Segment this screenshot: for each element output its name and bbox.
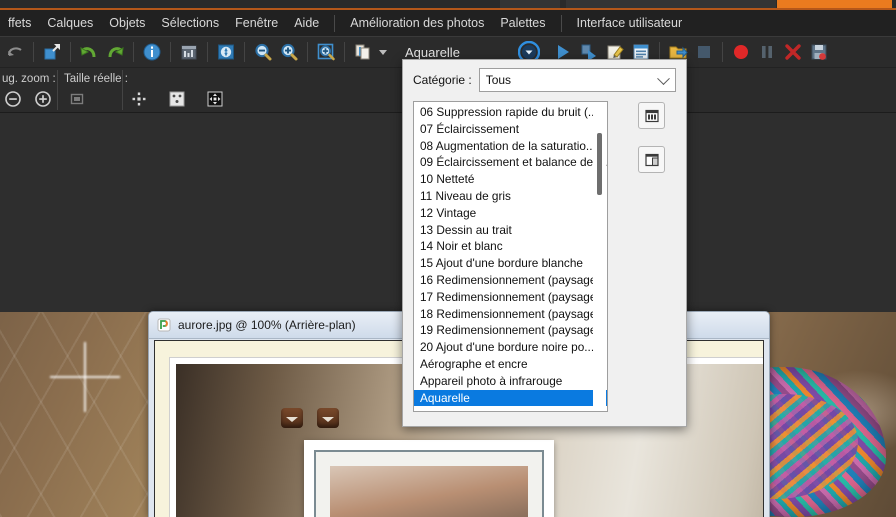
menu-label: Calques	[47, 16, 94, 30]
list-item[interactable]: 15 Ajout d'une bordure blanche	[414, 255, 607, 272]
list-item[interactable]: 09 Éclaircissement et balance des...	[414, 154, 607, 171]
application-window: ffets Calques Objets Sélections Fenêtre …	[0, 0, 896, 517]
toolbar-divider	[344, 42, 345, 62]
list-item[interactable]: 06 Suppression rapide du bruit (...	[414, 104, 607, 121]
menu-label: Sélections	[161, 16, 220, 30]
menu-label: Amélioration des photos	[350, 16, 485, 30]
list-item[interactable]: 11 Niveau de gris	[414, 188, 607, 205]
toolbar-divider	[33, 42, 34, 62]
menu-selections[interactable]: Sélections	[153, 13, 227, 33]
toolbar-divider	[722, 42, 723, 62]
zoom-selection-icon[interactable]	[313, 39, 339, 65]
dropdown-arrow-icon[interactable]	[376, 39, 390, 65]
active-script-label: Aquarelle	[405, 44, 460, 60]
record-icon[interactable]	[728, 39, 754, 65]
menu-calques[interactable]: Calques	[39, 13, 101, 33]
photo-mat	[314, 450, 544, 517]
listbox-scroll-thumb[interactable]	[597, 133, 602, 195]
fit-small-icon[interactable]	[128, 88, 150, 110]
list-item[interactable]: 07 Éclaircissement	[414, 121, 607, 138]
list-item[interactable]: Appareil photo à infrarouge	[414, 373, 607, 390]
listbox-scrollbar[interactable]	[593, 103, 606, 410]
titlebar-accent-button[interactable]	[777, 0, 892, 8]
menu-palettes[interactable]: Palettes	[492, 13, 553, 33]
actual-size-label: Taille réelle :	[64, 73, 128, 85]
list-item[interactable]: 08 Augmentation de la saturatio...	[414, 138, 607, 155]
menu-interface-utilisateur[interactable]: Interface utilisateur	[569, 13, 691, 33]
category-select[interactable]: Tous	[478, 68, 676, 92]
script-selector-dialog: Catégorie : Tous 06 Suppression rapide d…	[402, 59, 687, 427]
menu-divider	[560, 14, 562, 32]
toolbar-divider	[307, 42, 308, 62]
menu-label: Aide	[294, 16, 320, 30]
menu-amelioration-photos[interactable]: Amélioration des photos	[342, 13, 492, 33]
zoom-plus-icon[interactable]	[32, 88, 54, 110]
toolbar-divider	[170, 42, 171, 62]
document-title-text: aurore.jpg @ 100% (Arrière-plan)	[178, 318, 356, 332]
toolbar2-divider	[57, 70, 58, 110]
menu-label: ffets	[8, 16, 32, 30]
zoom-label: ug. zoom :	[2, 73, 56, 85]
menu-divider	[334, 14, 336, 32]
category-label: Catégorie :	[413, 73, 472, 87]
toolbar-divider	[244, 42, 245, 62]
category-value: Tous	[485, 73, 512, 87]
toolbar2-divider	[122, 70, 123, 110]
list-item[interactable]: 17 Redimensionnement (paysage...	[414, 289, 607, 306]
histogram-icon[interactable]	[176, 39, 202, 65]
list-item[interactable]: 14 Noir et blanc	[414, 238, 607, 255]
application-titlebar-strip	[0, 0, 896, 10]
photo-framed-picture	[304, 440, 554, 517]
fit-image-icon[interactable]	[166, 88, 188, 110]
preview-panel-icon[interactable]	[638, 102, 665, 129]
list-item[interactable]: 13 Dessin au trait	[414, 222, 607, 239]
navigator-icon[interactable]	[213, 39, 239, 65]
menu-objets[interactable]: Objets	[101, 13, 153, 33]
photo-inner-picture	[330, 466, 528, 517]
layout-panel-icon[interactable]	[638, 146, 665, 173]
menu-label: Objets	[109, 16, 146, 30]
titlebar-segment	[500, 0, 560, 8]
toolbar-divider	[207, 42, 208, 62]
menu-bar: ffets Calques Objets Sélections Fenêtre …	[0, 10, 896, 37]
titlebar-segment	[566, 0, 776, 8]
list-item[interactable]: 16 Redimensionnement (paysage...	[414, 272, 607, 289]
list-item[interactable]: 18 Redimensionnement (paysage...	[414, 306, 607, 323]
menu-aide[interactable]: Aide	[286, 13, 327, 33]
save-script-icon[interactable]	[806, 39, 832, 65]
pause-icon[interactable]	[754, 39, 780, 65]
script-listbox[interactable]: 06 Suppression rapide du bruit (... 07 Éc…	[413, 101, 608, 412]
zoom-out-icon[interactable]	[250, 39, 276, 65]
undo-icon[interactable]	[76, 39, 102, 65]
zoom-in-icon[interactable]	[276, 39, 302, 65]
photo-detail	[281, 408, 303, 428]
resize-icon[interactable]	[39, 39, 65, 65]
undo-arrow-icon[interactable]	[2, 39, 28, 65]
paintshop-document-icon	[157, 318, 171, 332]
list-item[interactable]: 12 Vintage	[414, 205, 607, 222]
cancel-icon[interactable]	[780, 39, 806, 65]
menu-label: Fenêtre	[235, 16, 279, 30]
duplicate-icon[interactable]	[350, 39, 376, 65]
redo-icon[interactable]	[102, 39, 128, 65]
fit-window-icon[interactable]	[204, 88, 226, 110]
toolbar-divider	[70, 42, 71, 62]
list-item[interactable]: 10 Netteté	[414, 171, 607, 188]
menu-label: Interface utilisateur	[576, 16, 683, 30]
menu-effets[interactable]: ffets	[0, 13, 39, 33]
list-item[interactable]: Aquarelle	[414, 389, 607, 407]
toolbar-divider	[133, 42, 134, 62]
list-item[interactable]: 20 Ajout d'une bordure noire po...	[414, 339, 607, 356]
stop-icon[interactable]	[691, 39, 717, 65]
category-row: Catégorie : Tous	[413, 68, 676, 92]
chevron-down-icon	[657, 72, 670, 86]
menu-label: Palettes	[500, 16, 546, 30]
photo-detail	[317, 408, 339, 428]
menu-fenetre[interactable]: Fenêtre	[227, 13, 286, 33]
actual-size-icon[interactable]	[66, 88, 88, 110]
info-icon[interactable]	[139, 39, 165, 65]
zoom-minus-icon[interactable]	[2, 88, 24, 110]
list-item[interactable]: 19 Redimensionnement (paysage...	[414, 322, 607, 339]
list-item[interactable]: Aérographe et encre	[414, 356, 607, 373]
